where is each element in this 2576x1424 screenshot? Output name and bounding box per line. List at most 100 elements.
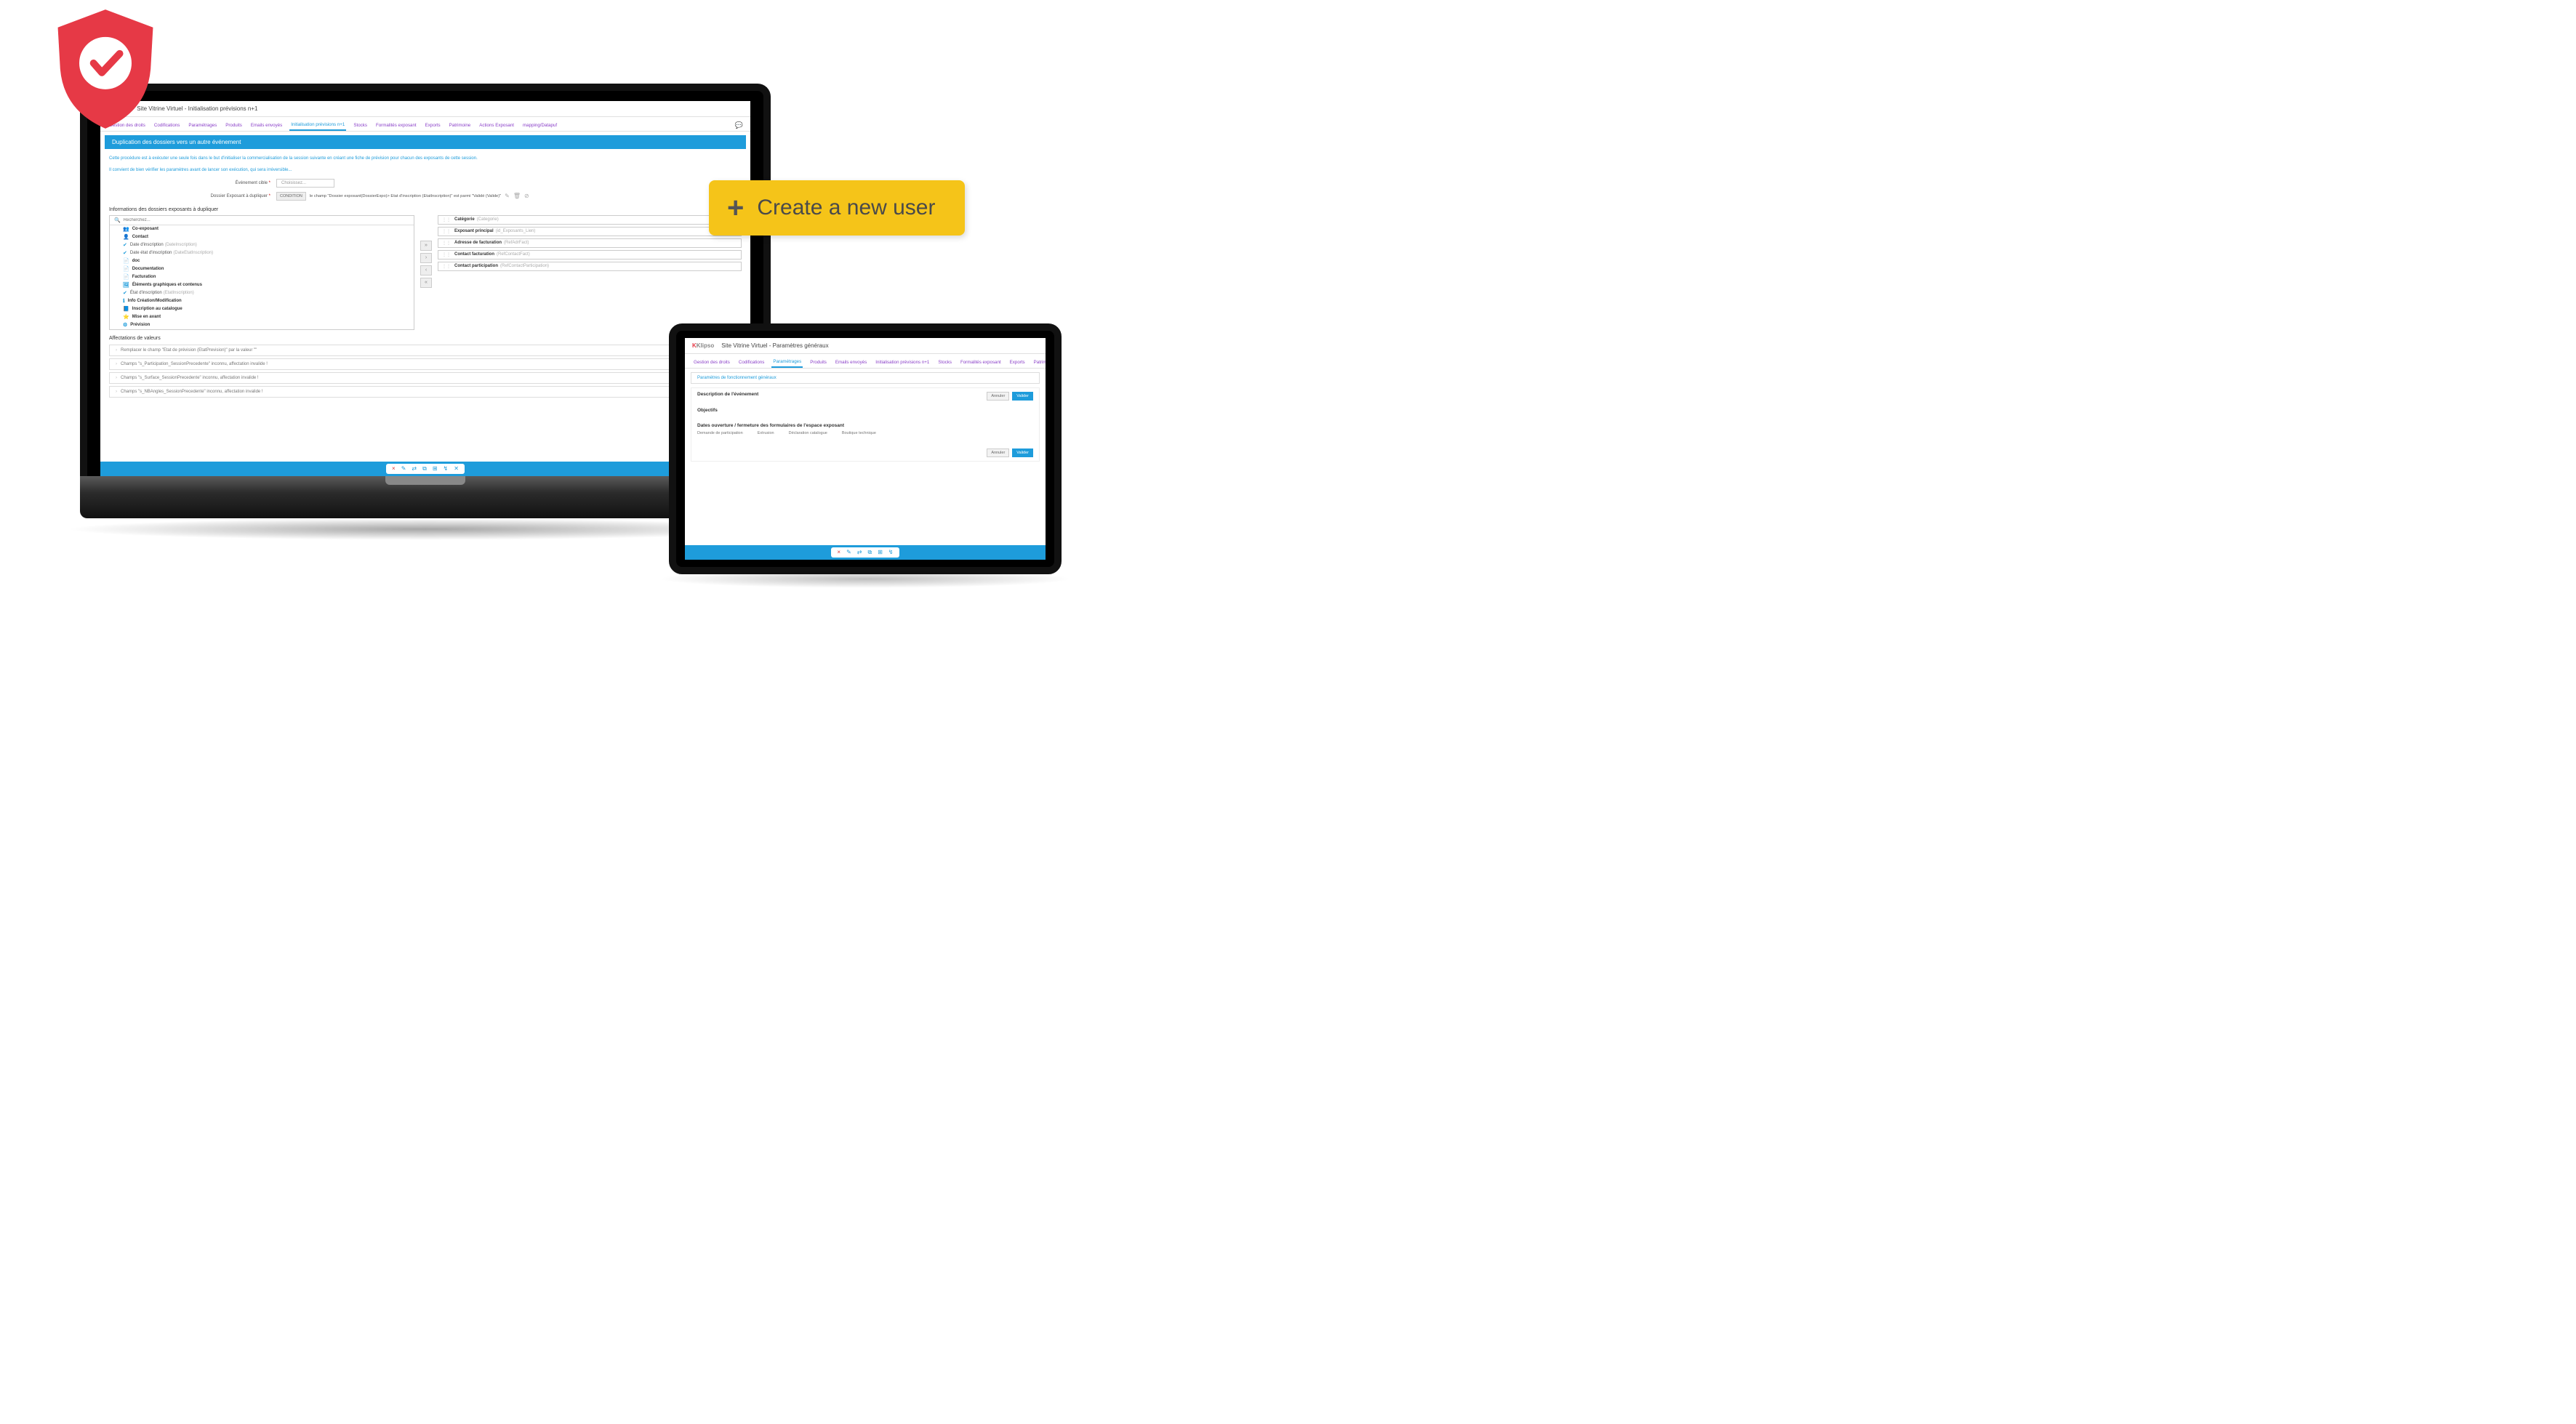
tab-formalites[interactable]: Formalités exposant xyxy=(374,121,418,130)
tab-droits[interactable]: Gestion des droits xyxy=(692,358,731,367)
tool-swap-icon[interactable]: ⇄ xyxy=(412,465,417,472)
shield-badge xyxy=(40,4,171,138)
tab-stocks[interactable]: Stocks xyxy=(352,121,369,130)
tree-item[interactable]: ⭐Mise en avant xyxy=(110,313,414,321)
target-row[interactable]: ⋮⋮Contact participation (RefContactParti… xyxy=(438,262,742,271)
move-left-all[interactable]: « xyxy=(420,278,432,288)
tree-item[interactable]: ℹInfo Création/Modification xyxy=(110,297,414,305)
target-row[interactable]: ⋮⋮Contact facturation (RefContactFact) xyxy=(438,250,742,260)
tree-item[interactable]: 🖼Éléments graphiques et contenus xyxy=(110,281,414,289)
tree-icon: 👤 xyxy=(123,234,129,240)
target-row[interactable]: ⋮⋮Catégorie (Categorie) xyxy=(438,215,742,225)
tab-init-prev[interactable]: Initialisation prévisions n+1 xyxy=(874,358,931,367)
drag-handle-icon[interactable]: ⋮⋮ xyxy=(442,229,451,234)
app-header: KKlipso Site Vitrine Virtuel - Initialis… xyxy=(100,101,750,117)
chevron-right-icon: › xyxy=(116,348,117,353)
tab-actions[interactable]: Actions Exposant xyxy=(478,121,515,130)
tree-item[interactable]: 📄doc xyxy=(110,257,414,265)
tree-item[interactable]: 👤Contact xyxy=(110,233,414,241)
target-label: Contact participation xyxy=(454,264,498,268)
drag-handle-icon[interactable]: ⋮⋮ xyxy=(442,241,451,246)
cancel-icon[interactable]: ⊘ xyxy=(524,193,529,199)
tab-codif[interactable]: Codifications xyxy=(737,358,766,367)
chat-icon[interactable]: 💬 xyxy=(735,121,743,129)
search-icon: 🔍 xyxy=(114,217,121,223)
tree-icon: ✔ xyxy=(123,290,127,296)
tab-exports[interactable]: Exports xyxy=(1008,358,1027,367)
move-right-all[interactable]: » xyxy=(420,241,432,251)
tool-edit-icon[interactable]: ✎ xyxy=(846,549,851,556)
cancel-button[interactable]: Annuler xyxy=(987,392,1009,401)
event-select[interactable]: Choisissez... xyxy=(276,179,334,188)
tab-param[interactable]: Paramétrages xyxy=(771,357,803,368)
tool-close-icon[interactable]: ✕ xyxy=(454,465,459,472)
drag-handle-icon[interactable]: ⋮⋮ xyxy=(442,252,451,257)
drag-handle-icon[interactable]: ⋮⋮ xyxy=(442,264,451,269)
tab-param[interactable]: Paramétrages xyxy=(187,121,218,130)
info-line-1: Cette procédure est à exécuter une seule… xyxy=(100,153,750,164)
move-right[interactable]: › xyxy=(420,253,432,263)
tool-swap-icon[interactable]: ⇄ xyxy=(857,549,862,556)
create-user-button[interactable]: + Create a new user xyxy=(709,180,965,236)
tab-prod[interactable]: Produits xyxy=(808,358,828,367)
tree-label: doc xyxy=(132,259,140,263)
tool-copy-icon[interactable]: ⧉ xyxy=(867,549,872,556)
tool-grid-icon[interactable]: ⊞ xyxy=(878,549,883,556)
tab-patrimoine[interactable]: Patrimoine xyxy=(448,121,473,130)
tab-emails[interactable]: Emails envoyés xyxy=(249,121,284,130)
tab-init-prev[interactable]: Initialisation prévisions n+1 xyxy=(289,120,346,131)
col-participation: Demande de participation xyxy=(697,431,743,435)
move-left[interactable]: ‹ xyxy=(420,265,432,275)
tree-hint: (DateEtatInscription) xyxy=(173,251,213,255)
tool-grid-icon[interactable]: ⊞ xyxy=(433,465,438,472)
edit-icon[interactable]: ✎ xyxy=(505,193,510,199)
tab-prod[interactable]: Produits xyxy=(224,121,244,130)
condition-text: le champ "Dossier exposant(DossierExpo)>… xyxy=(310,194,501,198)
affect-row[interactable]: ›Remplacer le champ "Etat de prévision (… xyxy=(109,345,742,356)
tree-item[interactable]: ⚙Prévision xyxy=(110,321,414,329)
laptop-screen: KKlipso Site Vitrine Virtuel - Initialis… xyxy=(100,101,750,476)
target-label: Contact facturation xyxy=(454,252,494,257)
cancel-button[interactable]: Annuler xyxy=(987,448,1009,457)
validate-button[interactable]: Valider xyxy=(1012,448,1033,457)
target-row[interactable]: ⋮⋮Exposant principal (id_Exposants_Lien) xyxy=(438,227,742,236)
tool-bolt-icon[interactable]: ↯ xyxy=(444,465,449,472)
tab-stocks[interactable]: Stocks xyxy=(936,358,953,367)
tool-bolt-icon[interactable]: ↯ xyxy=(888,549,894,556)
affect-text: Champs "s_Surface_SessionPrecedente" inc… xyxy=(121,376,259,380)
tree-item[interactable]: ✔Date état d'inscription (DateEtatInscri… xyxy=(110,249,414,257)
search-input[interactable] xyxy=(124,218,409,222)
condition-badge: CONDITION xyxy=(276,192,306,201)
tool-delete-icon[interactable]: × xyxy=(392,465,396,472)
tab-mapping[interactable]: mapping/Datapuf xyxy=(521,121,558,130)
col-extrusion: Extrusion xyxy=(758,431,774,435)
tab-emails[interactable]: Emails envoyés xyxy=(834,358,868,367)
tab-formalites[interactable]: Formalités exposant xyxy=(959,358,1003,367)
tool-copy-icon[interactable]: ⧉ xyxy=(422,465,427,472)
tree-item[interactable]: ✔État d'inscription (EtatInscription) xyxy=(110,289,414,297)
page-title: Site Vitrine Virtuel - Paramètres généra… xyxy=(721,342,828,349)
tree-label: Contact xyxy=(132,235,148,239)
tree-label: Date état d'inscription xyxy=(130,251,172,255)
tool-edit-icon[interactable]: ✎ xyxy=(401,465,406,472)
tool-delete-icon[interactable]: × xyxy=(837,549,840,556)
source-list: 🔍 👥Co-exposant👤Contact✔Date d'inscriptio… xyxy=(109,215,414,330)
affect-row[interactable]: ›Champs "s_NBAngles_SessionPrecedente" i… xyxy=(109,386,742,398)
tree-item[interactable]: ✔Date d'inscription (DateInscription) xyxy=(110,241,414,249)
drag-handle-icon[interactable]: ⋮⋮ xyxy=(442,217,451,222)
affect-row[interactable]: ›Champs "s_Participation_SessionPreceden… xyxy=(109,358,742,370)
tab-exports[interactable]: Exports xyxy=(424,121,442,130)
delete-icon[interactable]: 🗑 xyxy=(513,193,521,199)
logo: KKlipso xyxy=(692,342,714,349)
tree-item[interactable]: 📄Documentation xyxy=(110,265,414,273)
target-row[interactable]: ⋮⋮Adresse de facturation (RefAdrFact) xyxy=(438,238,742,248)
sub-nav[interactable]: Paramètres de fonctionnement généraux xyxy=(691,372,1040,384)
tab-patrimoine[interactable]: Patrimoine xyxy=(1032,358,1046,367)
affect-heading: Affectations de valeurs xyxy=(100,331,750,342)
tree-item[interactable]: 📘Inscription au catalogue xyxy=(110,305,414,313)
tree-icon: 📄 xyxy=(123,274,129,280)
tree-item[interactable]: 📄Facturation xyxy=(110,273,414,281)
tree-item[interactable]: 👥Co-exposant xyxy=(110,225,414,233)
validate-button[interactable]: Valider xyxy=(1012,392,1033,401)
affect-row[interactable]: ›Champs "s_Surface_SessionPrecedente" in… xyxy=(109,372,742,384)
